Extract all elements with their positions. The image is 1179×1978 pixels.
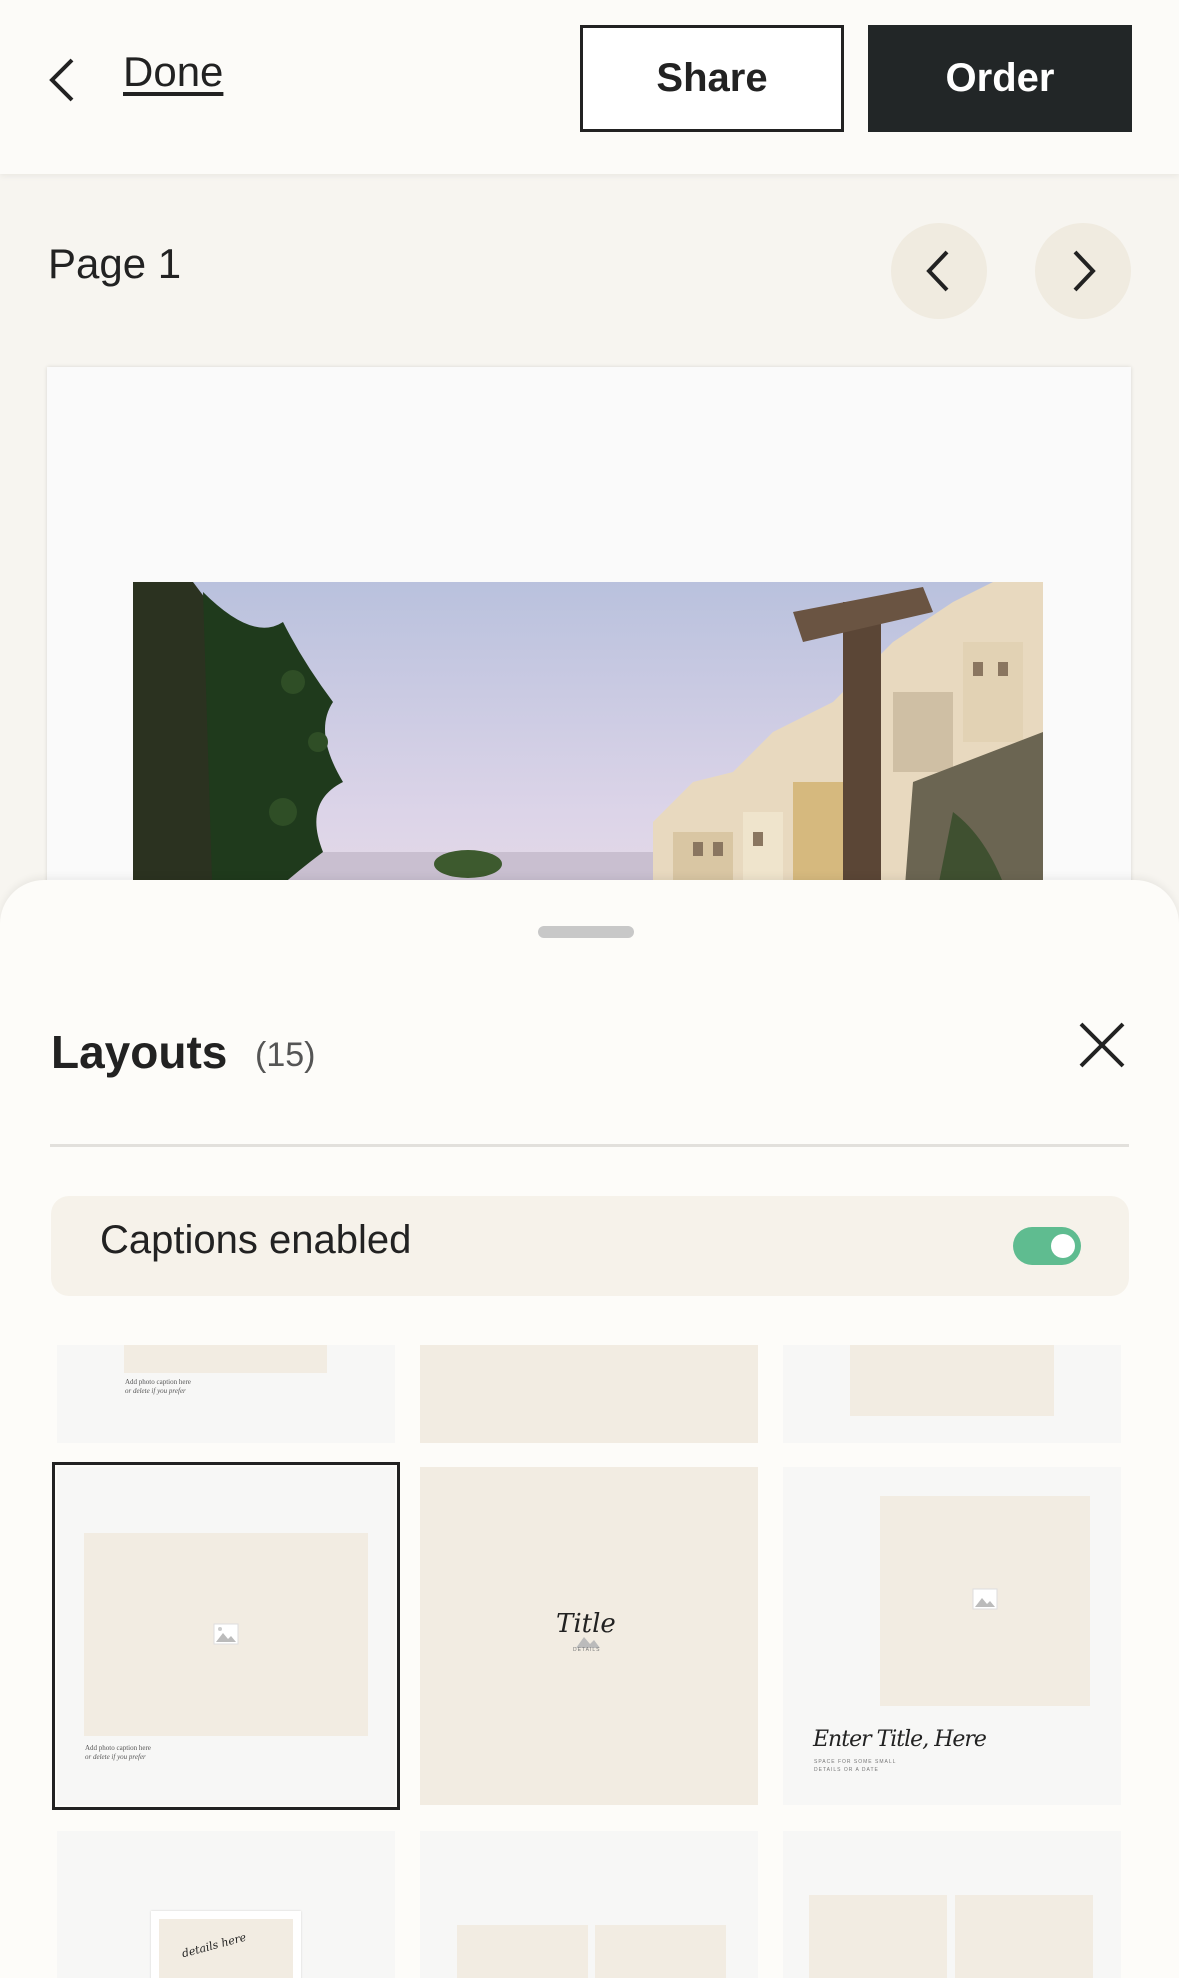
layouts-title: Layouts — [51, 1026, 228, 1078]
image-icon — [213, 1623, 239, 1645]
close-icon[interactable] — [1077, 1020, 1127, 1070]
details-text: DETAILS — [573, 1647, 601, 1653]
top-bar: Done Share Order — [0, 0, 1179, 174]
polaroid-frame: details here — [151, 1911, 301, 1978]
layout-thumbnail[interactable]: Add photo caption here or delete if you p… — [57, 1345, 395, 1443]
captions-row: Captions enabled — [51, 1196, 1129, 1296]
photo-placeholder — [457, 1925, 588, 1978]
photo-placeholder — [124, 1345, 327, 1373]
layout-thumbnail[interactable]: Enter Title, Here SPACE FOR SOME SMALL D… — [783, 1467, 1121, 1805]
layout-thumbnail[interactable] — [420, 1831, 758, 1978]
space-details-line1: SPACE FOR SOME SMALL — [814, 1759, 897, 1765]
divider — [50, 1144, 1129, 1147]
layout-thumbnail[interactable]: Title DETAILS — [420, 1467, 758, 1805]
caption-placeholder: Add photo caption here or delete if you p… — [85, 1744, 151, 1761]
toggle-knob — [1051, 1234, 1075, 1258]
photo-placeholder — [850, 1345, 1054, 1416]
space-details-line2: DETAILS OR A DATE — [814, 1767, 879, 1773]
previous-page-button[interactable] — [891, 223, 987, 319]
chevron-right-icon — [1073, 250, 1096, 292]
photo-placeholder — [955, 1895, 1093, 1978]
page-label: Page 1 — [48, 240, 182, 287]
photo-placeholder — [809, 1895, 947, 1978]
order-button[interactable]: Order — [868, 25, 1132, 132]
layout-thumbnail[interactable] — [783, 1345, 1121, 1443]
page-photo[interactable] — [133, 582, 1043, 912]
captions-label: Captions enabled — [100, 1218, 412, 1262]
layout-thumbnail-selected[interactable]: Add photo caption here or delete if you p… — [52, 1462, 400, 1810]
layouts-sheet: Layouts (15) Captions enabled Add photo … — [0, 880, 1179, 1978]
sheet-drag-handle[interactable] — [538, 926, 634, 938]
layout-thumbnail[interactable] — [783, 1831, 1121, 1978]
title-script-text: Title — [556, 1609, 616, 1639]
layout-thumbnail[interactable] — [420, 1345, 758, 1443]
image-icon — [972, 1588, 998, 1610]
done-link[interactable]: Done — [123, 48, 223, 96]
layouts-count: (15) — [255, 1036, 316, 1074]
caption-placeholder: Add photo caption here or delete if you p… — [125, 1378, 191, 1395]
enter-title-text: Enter Title, Here — [813, 1727, 987, 1752]
layout-thumbnail[interactable]: details here — [57, 1831, 395, 1978]
photo-placeholder — [595, 1925, 726, 1978]
back-chevron-icon[interactable] — [44, 52, 84, 108]
chevron-left-icon — [926, 250, 949, 292]
share-button[interactable]: Share — [580, 25, 844, 132]
captions-toggle[interactable] — [1013, 1227, 1081, 1265]
page-preview[interactable] — [47, 367, 1131, 927]
next-page-button[interactable] — [1035, 223, 1131, 319]
